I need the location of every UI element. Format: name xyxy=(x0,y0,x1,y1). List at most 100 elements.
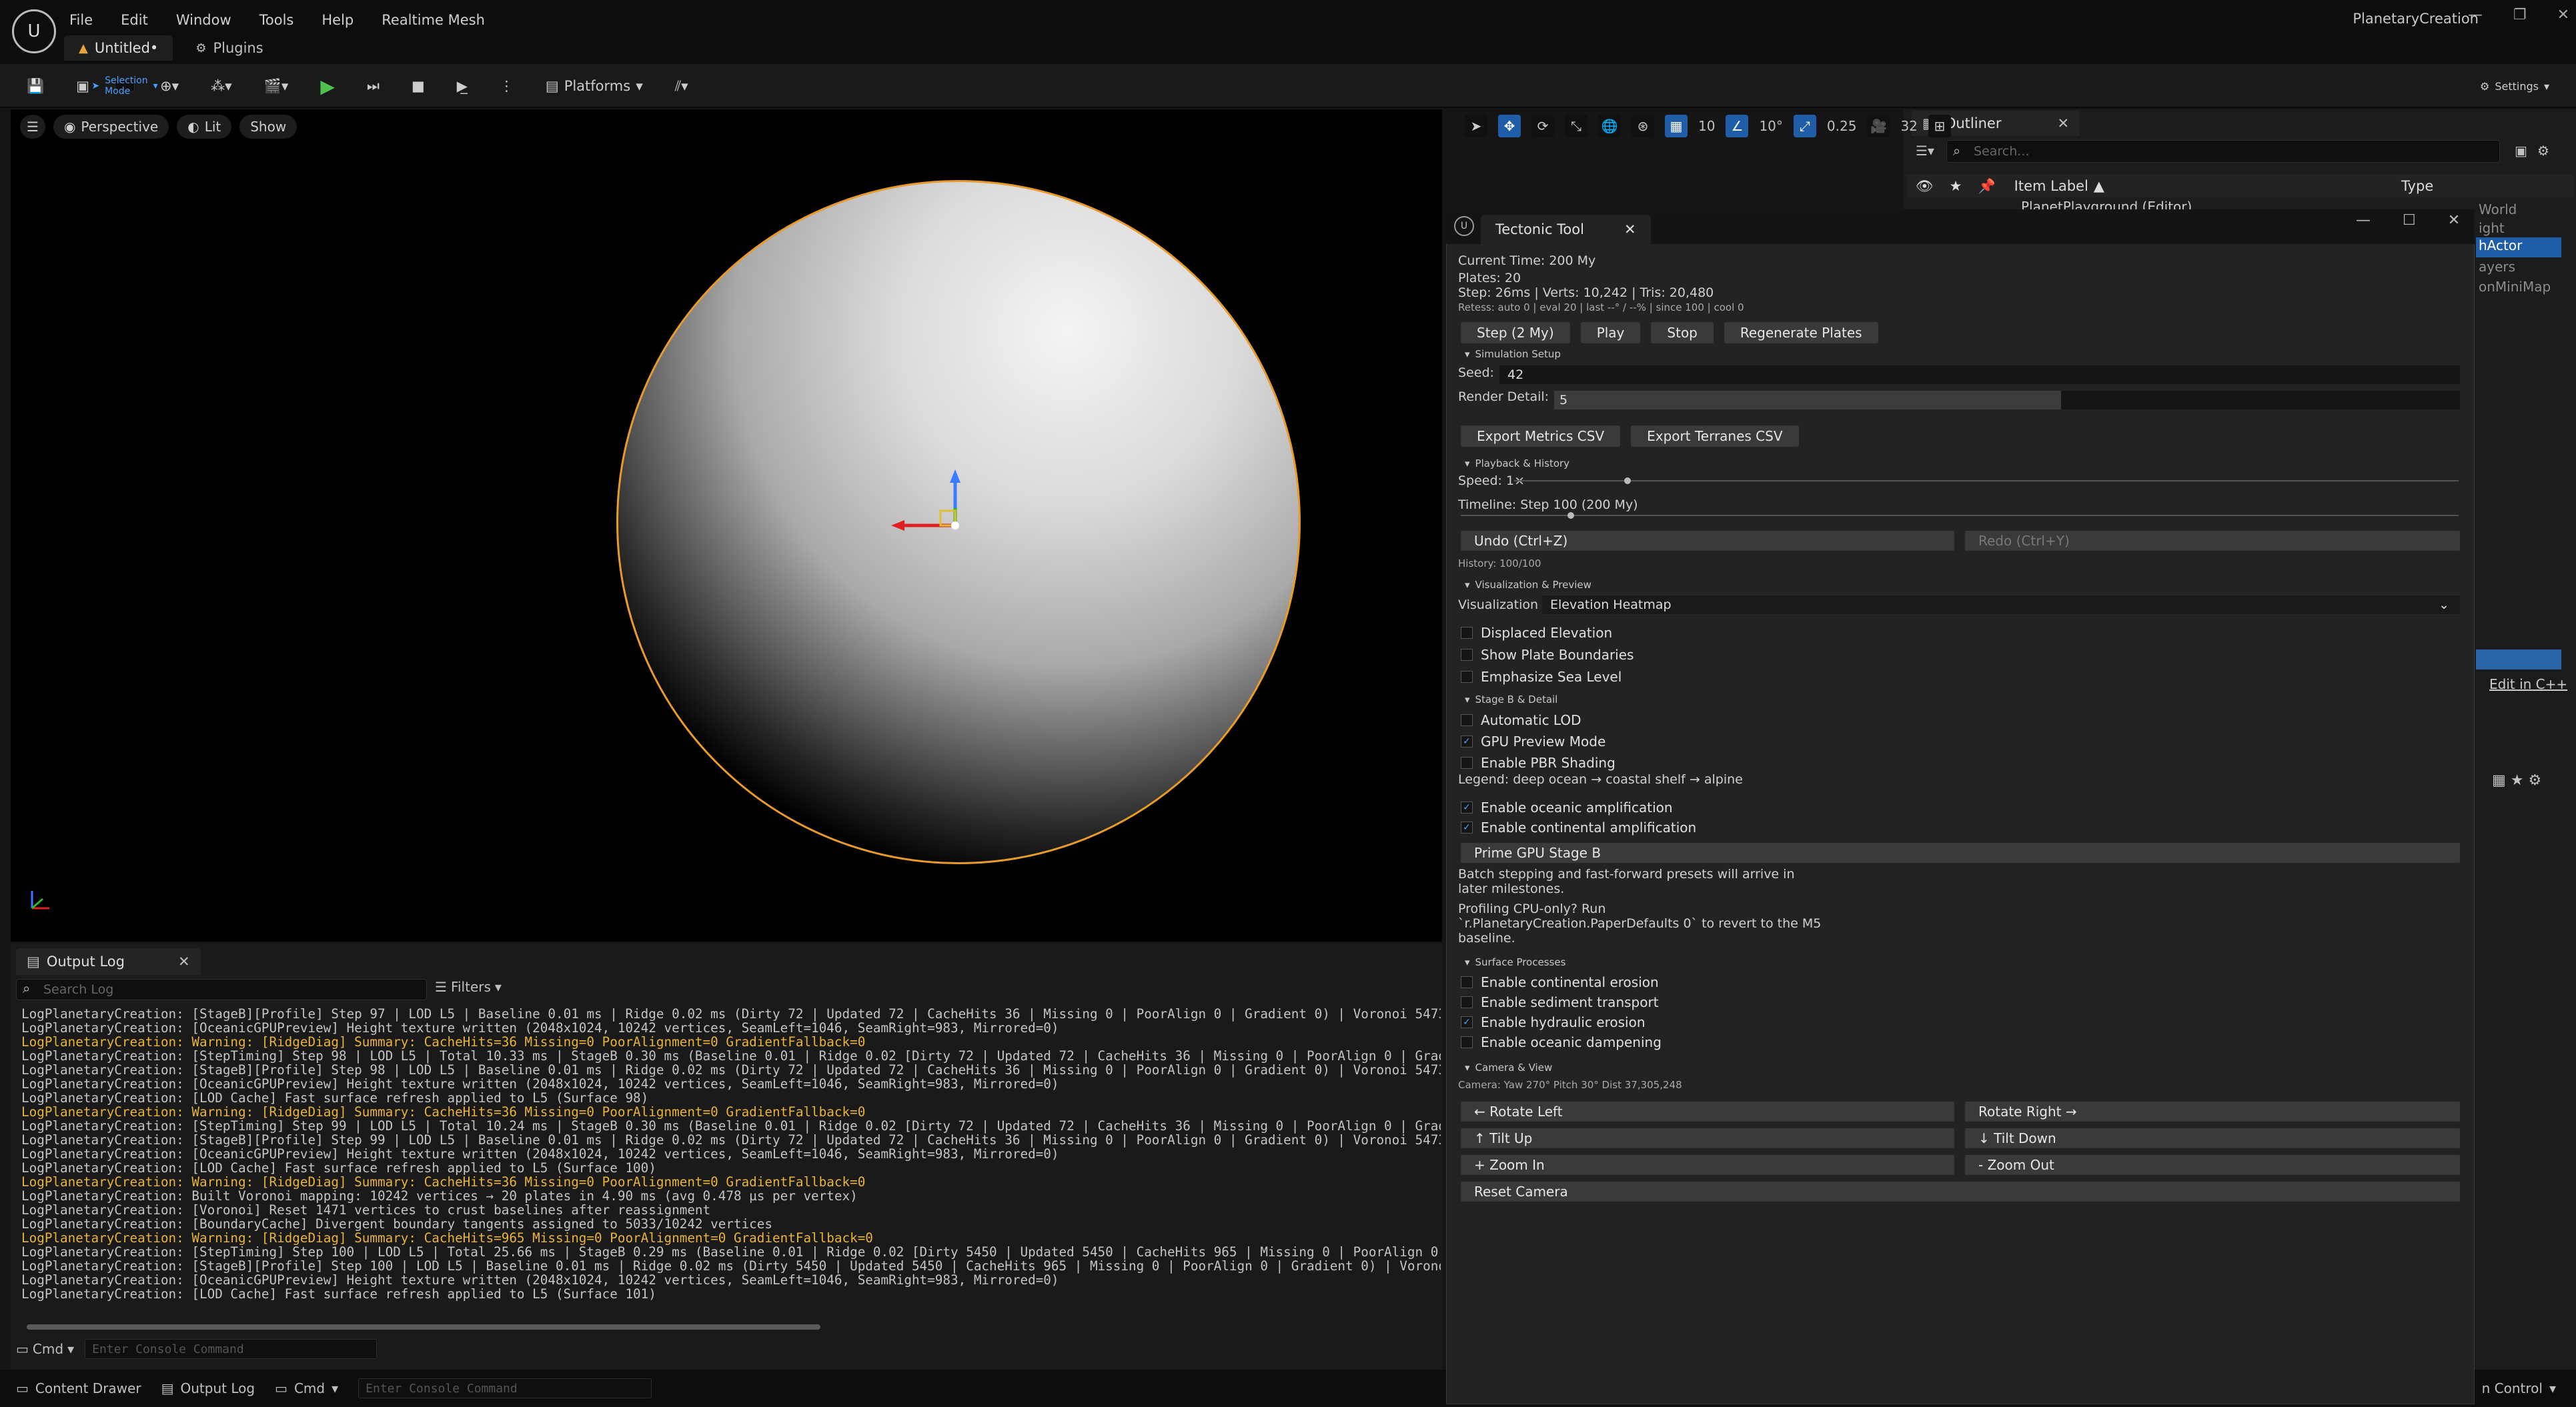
step-button[interactable]: Step (2 My) xyxy=(1461,322,1570,343)
selection-mode-button[interactable]: ➤ Selection Mode ▾ xyxy=(91,75,157,97)
timeline-slider-knob[interactable] xyxy=(1567,512,1574,519)
filter-icon[interactable]: ☰▾ xyxy=(1916,143,1934,159)
rotate-right-button[interactable]: Rotate Right → xyxy=(1965,1102,2460,1122)
details-icons[interactable]: ▦ ★ ⚙ xyxy=(2492,772,2541,789)
checkbox-icon[interactable] xyxy=(1461,626,1473,639)
transform-gizmo[interactable] xyxy=(887,467,967,540)
render-detail-slider[interactable]: 5 xyxy=(1554,391,2460,409)
checkbox-icon[interactable] xyxy=(1461,757,1473,769)
maximize-icon[interactable]: ☐ xyxy=(2403,212,2416,229)
outliner-settings-icon[interactable]: ⚙ xyxy=(2537,143,2549,159)
play-icon[interactable]: ▶ xyxy=(313,73,342,99)
perspective-button[interactable]: ◉ Perspective xyxy=(53,115,169,139)
export-terranes-button[interactable]: Export Terranes CSV xyxy=(1631,425,1799,447)
tab-untitled[interactable]: ▲ Untitled• xyxy=(64,35,173,61)
checkbox-icon[interactable] xyxy=(1461,648,1473,661)
settings-button[interactable]: ⚙ Settings ▾ xyxy=(2473,73,2556,99)
favorite-icon[interactable]: ★ xyxy=(1950,178,1962,194)
checkbox-row[interactable]: Enable sediment transport xyxy=(1461,992,1662,1012)
checkbox-checked-icon[interactable]: ✓ xyxy=(1461,802,1473,814)
rotate-tool-icon[interactable]: ⟳ xyxy=(1531,115,1554,137)
close-icon[interactable]: ✕ xyxy=(2448,212,2460,229)
undo-button[interactable]: Undo (Ctrl+Z) xyxy=(1461,531,1954,551)
menu-realtime-mesh[interactable]: Realtime Mesh xyxy=(376,9,490,31)
section-simulation-setup[interactable]: ▾ Simulation Setup xyxy=(1465,348,1561,360)
checkbox-row[interactable]: Automatic LOD xyxy=(1461,710,1616,731)
play-button[interactable]: Play xyxy=(1580,322,1641,343)
blueprint-icon[interactable]: ⁂▾ xyxy=(204,73,239,99)
menu-window[interactable]: Window xyxy=(171,9,237,31)
checkbox-icon[interactable] xyxy=(1461,714,1473,726)
checkbox-row[interactable]: Displaced Elevation xyxy=(1461,621,1634,643)
translate-tool-icon[interactable]: ✥ xyxy=(1498,115,1521,137)
section-camera[interactable]: ▾ Camera & View xyxy=(1465,1062,1552,1074)
camera-speed-value[interactable]: 32 xyxy=(1900,118,1917,134)
modeling-tools-icon[interactable]: ⫽▾ xyxy=(668,73,695,99)
section-surface[interactable]: ▾ Surface Processes xyxy=(1465,956,1565,968)
checkbox-row[interactable]: Enable continental erosion xyxy=(1461,972,1662,992)
reset-camera-button[interactable]: Reset Camera xyxy=(1461,1182,2460,1202)
tilt-down-button[interactable]: ↓ Tilt Down xyxy=(1965,1128,2460,1148)
checkbox-row[interactable]: ✓ Enable hydraulic erosion xyxy=(1461,1012,1662,1032)
checkbox-icon[interactable] xyxy=(1461,996,1473,1008)
checkbox-row[interactable]: Show Plate Boundaries xyxy=(1461,643,1634,665)
visibility-icon[interactable]: 👁 xyxy=(1916,178,1934,195)
close-icon[interactable]: ✕ xyxy=(178,954,190,970)
seed-input[interactable]: 42 xyxy=(1499,365,2460,384)
speed-slider-knob[interactable] xyxy=(1624,477,1631,484)
zoom-out-button[interactable]: - Zoom Out xyxy=(1965,1155,2460,1175)
select-tool-icon[interactable]: ➤ xyxy=(1465,115,1487,137)
scale-snap-icon[interactable]: ⤢ xyxy=(1793,115,1816,137)
save-icon[interactable]: 💾 xyxy=(20,73,51,99)
log-filters-button[interactable]: ☰ Filters ▾ xyxy=(435,979,502,995)
checkbox-checked-icon[interactable]: ✓ xyxy=(1461,1016,1473,1028)
checkbox-checked-icon[interactable]: ✓ xyxy=(1461,822,1473,834)
checkbox-row[interactable]: ✓ Enable oceanic amplification xyxy=(1461,798,1696,818)
content-drawer-button[interactable]: ▭ Content Drawer xyxy=(16,1380,141,1396)
cinematics-icon[interactable]: 🎬▾ xyxy=(257,73,295,99)
redo-button[interactable]: Redo (Ctrl+Y) xyxy=(1965,531,2460,551)
output-log-button[interactable]: ▤ Output Log xyxy=(161,1380,255,1396)
pin-icon[interactable]: 📌 xyxy=(1978,178,1996,195)
tectonic-tool-tab[interactable]: Tectonic Tool ✕ xyxy=(1481,215,1651,244)
tab-plugins[interactable]: ⚙ Plugins xyxy=(181,35,277,61)
angle-snap-value[interactable]: 10° xyxy=(1759,118,1782,134)
world-space-icon[interactable]: 🌐 xyxy=(1598,115,1621,137)
console-input[interactable]: Enter Console Command xyxy=(85,1339,378,1359)
output-log-tab[interactable]: ▤ Output Log ✕ xyxy=(16,948,201,975)
grid-snap-value[interactable]: 10 xyxy=(1698,118,1715,134)
checkbox-row[interactable]: ✓ GPU Preview Mode xyxy=(1461,731,1616,752)
surface-snap-icon[interactable]: ⊛ xyxy=(1632,115,1654,137)
platforms-button[interactable]: ▤ Platforms ▾ xyxy=(539,73,650,99)
column-type[interactable]: Type xyxy=(2401,178,2433,194)
step-frame-icon[interactable]: ⏭ xyxy=(360,73,386,99)
export-metrics-button[interactable]: Export Metrics CSV xyxy=(1461,425,1621,447)
launch-icon[interactable]: ▶̲ xyxy=(450,73,474,99)
prime-gpu-button[interactable]: Prime GPU Stage B xyxy=(1461,843,2460,863)
close-icon[interactable]: ✕ xyxy=(2057,115,2069,131)
section-playback[interactable]: ▾ Playback & History xyxy=(1465,457,1569,469)
source-control-button[interactable]: n Control ▾ xyxy=(2482,1380,2556,1396)
checkbox-checked-icon[interactable]: ✓ xyxy=(1461,736,1473,748)
edit-cpp-link[interactable]: Edit in C++ xyxy=(2489,676,2567,692)
regenerate-plates-button[interactable]: Regenerate Plates xyxy=(1724,322,1878,343)
scale-snap-value[interactable]: 0.25 xyxy=(1827,118,1857,134)
viewport-menu-icon[interactable]: ☰ xyxy=(20,115,45,139)
stop-button[interactable]: Stop xyxy=(1651,322,1714,343)
show-button[interactable]: Show xyxy=(239,115,297,139)
section-stage-b[interactable]: ▾ Stage B & Detail xyxy=(1465,693,1557,706)
checkbox-row[interactable]: Emphasize Sea Level xyxy=(1461,665,1634,687)
checkbox-row[interactable]: Enable PBR Shading xyxy=(1461,752,1616,774)
checkbox-row[interactable]: Enable oceanic dampening xyxy=(1461,1032,1662,1052)
close-icon[interactable]: ✕ xyxy=(2557,7,2569,23)
cmd-dropdown[interactable]: ▭ Cmd ▾ xyxy=(275,1380,338,1396)
checkbox-icon[interactable] xyxy=(1461,670,1473,683)
scale-tool-icon[interactable]: ⤡ xyxy=(1565,115,1587,137)
maximize-icon[interactable]: ❐ xyxy=(2513,7,2527,23)
stop-icon[interactable]: ■ xyxy=(405,73,432,99)
unreal-logo-icon[interactable]: U xyxy=(12,9,56,53)
timeline-slider[interactable] xyxy=(1461,515,2459,516)
section-visualization[interactable]: ▾ Visualization & Preview xyxy=(1465,579,1591,591)
log-horizontal-scrollbar[interactable] xyxy=(27,1324,820,1330)
add-actor-icon[interactable]: ⊕▾ xyxy=(153,73,185,99)
